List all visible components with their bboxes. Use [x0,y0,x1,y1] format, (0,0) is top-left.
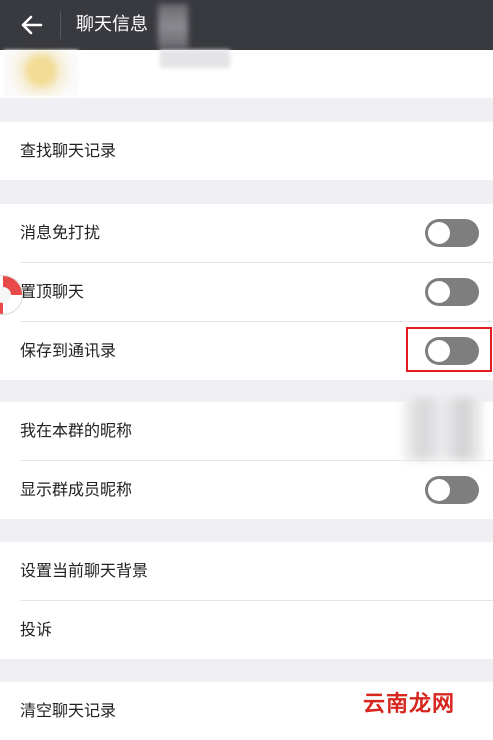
my-group-nickname-label: 我在本群的昵称 [20,421,133,440]
top-bar: 聊天信息 [0,0,493,50]
clear-chat-history-label: 清空聊天记录 [20,701,117,720]
mute-notifications-toggle[interactable] [425,219,479,247]
chat-background-label: 设置当前聊天背景 [20,561,149,580]
blurred-nickname-value [402,398,484,460]
header-divider [60,11,61,39]
back-button[interactable] [14,8,50,42]
toggle-knob [428,281,450,303]
sticky-on-top-label: 置顶聊天 [20,282,85,301]
show-member-nicknames-label: 显示群成员昵称 [20,480,133,499]
misc-section: 设置当前聊天背景 投诉 [0,542,493,659]
highlight-box [406,327,492,372]
search-section: 查找聊天记录 [0,122,493,180]
show-member-nicknames-toggle[interactable] [425,476,479,504]
member-strip [0,50,493,98]
blurred-area [160,50,230,68]
toggle-knob [428,479,450,501]
mute-notifications-item[interactable]: 消息免打扰 [20,204,493,263]
watermark-logo: 云南龙网 [362,692,455,717]
complaint-label: 投诉 [20,620,53,639]
page-title: 聊天信息 [76,14,148,35]
complaint-item[interactable]: 投诉 [20,601,493,659]
member-avatar[interactable] [4,50,78,96]
arrow-left-icon [21,15,43,35]
save-to-contacts-label: 保存到通讯录 [20,341,117,360]
show-member-nicknames-item[interactable]: 显示群成员昵称 [20,461,493,519]
sticky-on-top-item[interactable]: 置顶聊天 [20,263,493,322]
sticky-on-top-toggle[interactable] [425,278,479,306]
toggle-knob [428,222,450,244]
chat-background-item[interactable]: 设置当前聊天背景 [20,542,493,601]
search-chat-history-item[interactable]: 查找聊天记录 [20,122,493,180]
search-chat-history-label: 查找聊天记录 [20,141,117,160]
blurred-group-name [158,4,188,48]
mute-notifications-label: 消息免打扰 [20,223,101,242]
